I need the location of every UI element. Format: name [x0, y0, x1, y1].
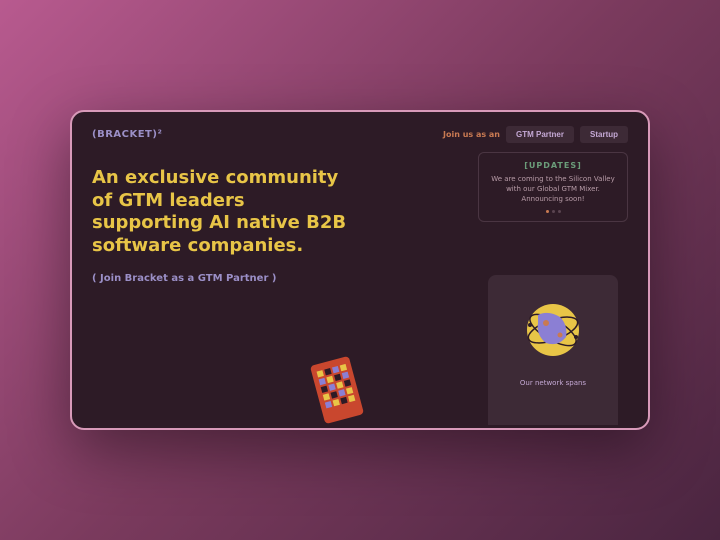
join-cta-link[interactable]: ( Join Bracket as a GTM Partner ) — [92, 273, 349, 284]
updates-panel: [UPDATES] We are coming to the Silicon V… — [478, 152, 628, 222]
network-card[interactable]: Our network spans — [488, 275, 618, 425]
globe-icon — [518, 295, 588, 365]
gtm-partner-button[interactable]: GTM Partner — [506, 126, 574, 143]
updates-title: [UPDATES] — [489, 161, 617, 170]
main-content: An exclusive community of GTM leaders su… — [72, 157, 648, 425]
nav-join-label: Join us as an — [443, 130, 500, 139]
dot-1[interactable] — [546, 210, 549, 213]
hero-headline: An exclusive community of GTM leaders su… — [92, 167, 349, 257]
header: (BRACKET)² Join us as an GTM Partner Sta… — [72, 112, 648, 157]
dot-2[interactable] — [552, 210, 555, 213]
dot-3[interactable] — [558, 210, 561, 213]
app-window: (BRACKET)² Join us as an GTM Partner Sta… — [70, 110, 650, 430]
network-caption: Our network spans — [520, 379, 586, 387]
building-icon — [302, 345, 372, 430]
logo[interactable]: (BRACKET)² — [92, 129, 162, 140]
carousel-dots — [489, 210, 617, 213]
startup-button[interactable]: Startup — [580, 126, 628, 143]
updates-text: We are coming to the Silicon Valley with… — [489, 175, 617, 204]
nav: Join us as an GTM Partner Startup — [443, 126, 628, 143]
